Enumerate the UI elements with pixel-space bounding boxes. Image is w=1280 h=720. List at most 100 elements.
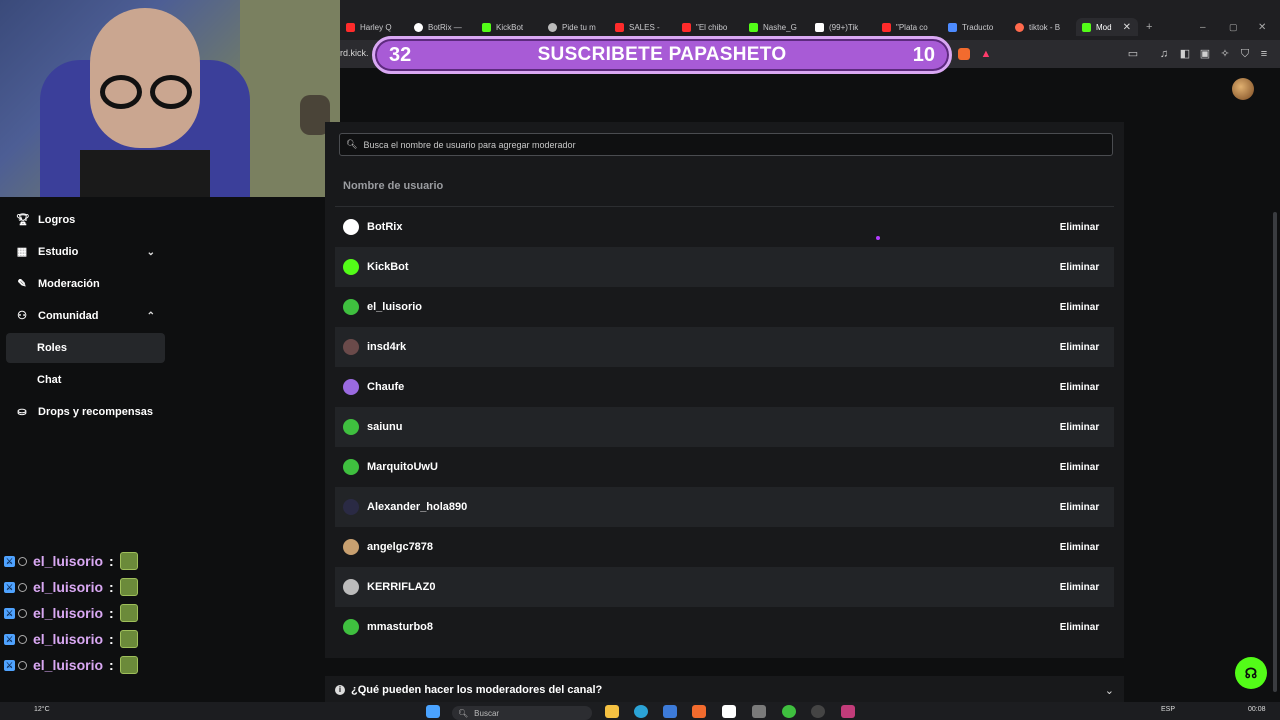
user-avatar (343, 419, 359, 435)
remove-moderator-button[interactable]: Eliminar (1053, 335, 1106, 359)
remove-moderator-button[interactable]: Eliminar (1053, 575, 1106, 599)
moderator-row: mmasturbo8 Eliminar (335, 607, 1114, 647)
browser-tab[interactable]: tiktok - B (1015, 18, 1075, 36)
brave-icon[interactable] (692, 705, 706, 718)
chat-username: el_luisorio (33, 605, 104, 621)
remove-moderator-button[interactable]: Eliminar (1053, 415, 1106, 439)
browser-tab[interactable]: BotRix — (414, 18, 474, 36)
moderator-row: insd4rk Eliminar (335, 327, 1114, 367)
remove-moderator-button[interactable]: Eliminar (1053, 295, 1106, 319)
moderator-search[interactable]: 🔍︎ (339, 133, 1113, 156)
moderator-row: angelgc7878 Eliminar (335, 527, 1114, 567)
url-text[interactable]: rd.kick. (340, 48, 369, 58)
page-scrollbar[interactable] (1273, 212, 1277, 692)
remove-moderator-button[interactable]: Eliminar (1053, 455, 1106, 479)
headset-icon: ☊ (1244, 664, 1258, 681)
remove-moderator-button[interactable]: Eliminar (1053, 375, 1106, 399)
sidebar-item-estudio[interactable]: ▦ Estudio ⌄ (6, 237, 165, 267)
sidebar-item-drops[interactable]: ⛀ Drops y recompensas (6, 397, 165, 427)
taskbar-search-label: Buscar (474, 708, 500, 718)
new-tab-button[interactable]: + (1146, 18, 1158, 36)
search-icon: 🔍︎ (458, 708, 469, 718)
remove-moderator-button[interactable]: Eliminar (1053, 215, 1106, 239)
kickbot-avatar (343, 259, 359, 275)
cast-icon[interactable]: ▭ (1127, 48, 1139, 60)
user-avatar (343, 499, 359, 515)
chat-username: el_luisorio (33, 631, 104, 647)
og-badge-icon (18, 634, 27, 644)
folder-icon[interactable] (605, 705, 619, 718)
browser-tab[interactable]: KickBot (482, 18, 542, 36)
sidebar-icon[interactable]: ◧ (1179, 48, 1191, 60)
browser-tab[interactable]: (99+)Tik (815, 18, 875, 36)
moderator-name: Chaufe (367, 381, 405, 393)
faq-accordion[interactable]: i ¿Qué pueden hacer los moderadores del … (325, 676, 1124, 704)
sidebar-item-moderacion[interactable]: ✎ Moderación (6, 269, 165, 299)
browser-tab[interactable]: SALES - (615, 18, 675, 36)
obs-icon[interactable] (811, 705, 825, 718)
webcam-glasses (100, 75, 142, 109)
app-icon[interactable] (782, 705, 796, 718)
remove-moderator-button[interactable]: Eliminar (1053, 255, 1106, 279)
remove-moderator-button[interactable]: Eliminar (1053, 615, 1106, 639)
moderator-badge-icon: ⚔︎ (4, 607, 15, 619)
taskbar-search[interactable]: 🔍︎ Buscar (452, 706, 592, 720)
browser-tab-active[interactable]: Mod ✕ (1076, 18, 1138, 36)
youtube-icon (346, 22, 355, 32)
close-window-icon[interactable]: ✕ (1258, 18, 1268, 36)
moderator-badge-icon: ⚔︎ (4, 581, 15, 593)
minimize-icon[interactable]: – (1200, 18, 1210, 36)
browser-tab[interactable]: "Plata co (882, 18, 942, 36)
trophy-icon: 🏆︎ (16, 214, 30, 226)
browser-tab[interactable]: Nashe_G (749, 18, 809, 36)
tab-label: tiktok - B (1029, 22, 1061, 32)
emote-icon (119, 578, 138, 596)
language-indicator[interactable]: ESP (1161, 706, 1175, 713)
remove-moderator-button[interactable]: Eliminar (1053, 495, 1106, 519)
community-icon: ⚇ (17, 310, 27, 322)
moderator-badge-icon: ⚔︎ (4, 633, 15, 645)
sidebar-item-roles[interactable]: Roles (6, 333, 165, 363)
browser-tab[interactable]: Pide tu m (548, 18, 608, 36)
close-tab-icon[interactable]: ✕ (1123, 22, 1131, 33)
brave-shield-icon[interactable] (958, 48, 970, 60)
globe-icon (548, 22, 557, 32)
maximize-icon[interactable]: ▢ (1229, 18, 1239, 36)
tiktok-icon (815, 22, 824, 32)
moderator-row: MarquitoUwU Eliminar (335, 447, 1114, 487)
music-icon[interactable]: ♫ (1158, 48, 1170, 60)
weather-text[interactable]: 12°C (34, 706, 50, 713)
moderator-name: saiunu (367, 421, 403, 433)
clock-time[interactable]: 00:08 (1248, 706, 1266, 713)
chat-separator: : (109, 657, 114, 673)
store-icon[interactable] (663, 705, 677, 718)
tab-label: "Plata co (896, 22, 928, 32)
wallet-icon[interactable]: ▣ (1199, 48, 1211, 60)
game-icon[interactable] (752, 705, 766, 718)
vpn-icon[interactable]: ⛉ (1239, 48, 1251, 60)
ai-icon[interactable]: ✧ (1219, 48, 1231, 60)
sidebar-item-comunidad[interactable]: ⚇ Comunidad ⌃ (6, 301, 165, 331)
moderator-badge-icon: ⚔︎ (4, 555, 15, 567)
sidebar-item-logros[interactable]: 🏆︎ Logros (6, 205, 165, 235)
user-avatar[interactable] (1232, 78, 1254, 100)
tab-label: Nashe_G (763, 22, 797, 32)
edge-icon[interactable] (634, 705, 648, 718)
browser-tab[interactable]: Harley Q (346, 18, 406, 36)
sidebar-item-label: Moderación (38, 278, 100, 290)
app-icon[interactable] (841, 705, 855, 718)
start-icon[interactable] (426, 705, 440, 718)
remove-moderator-button[interactable]: Eliminar (1053, 535, 1106, 559)
rewards-icon[interactable]: ▲ (980, 48, 992, 60)
user-avatar (343, 579, 359, 595)
sidebar-item-chat[interactable]: Chat (6, 365, 165, 395)
moderator-name: KickBot (367, 261, 409, 273)
gift-icon: ⛀ (17, 406, 27, 418)
app-icon[interactable] (722, 705, 736, 718)
browser-tab[interactable]: "El chibo (682, 18, 742, 36)
menu-icon[interactable]: ≡ (1258, 48, 1270, 60)
support-chat-button[interactable]: ☊ (1235, 657, 1267, 689)
moderator-row: Alexander_hola890 Eliminar (335, 487, 1114, 527)
moderator-search-input[interactable] (363, 139, 1104, 150)
browser-tab[interactable]: Traducto (948, 18, 1008, 36)
